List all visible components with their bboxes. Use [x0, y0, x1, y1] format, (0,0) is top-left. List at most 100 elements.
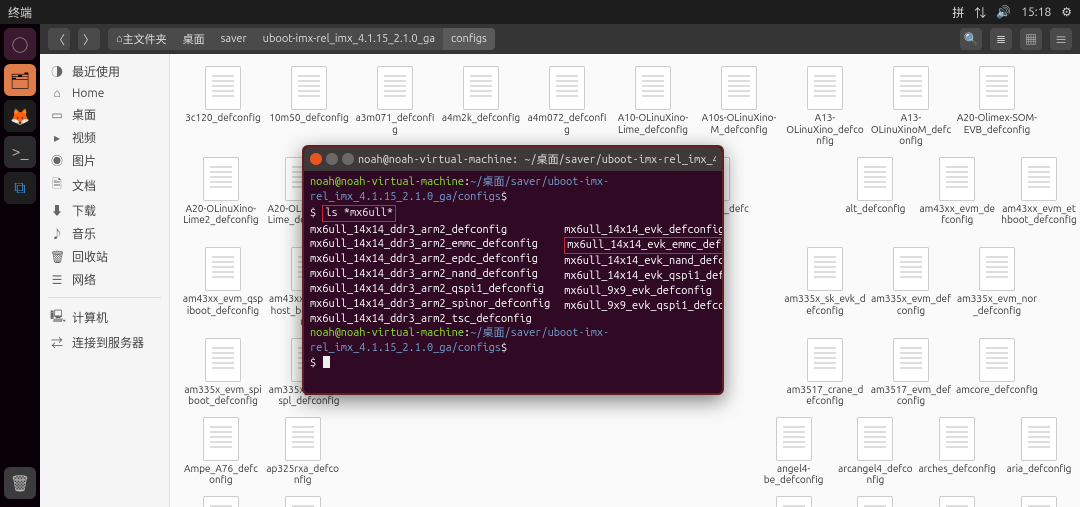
file-item[interactable]: am335x_sk_evk_defconfig — [782, 245, 868, 330]
sidebar-item[interactable]: ▸视频 — [40, 126, 169, 149]
file-name: arcangel4_defconfig — [837, 463, 915, 486]
sidebar-item[interactable]: ⌂Home — [40, 83, 169, 103]
terminal-launcher[interactable]: >_ — [4, 136, 36, 168]
terminal-line: noah@noah-virtual-machine:~/桌面/saver/ubo… — [310, 175, 716, 205]
file-item[interactable]: am43xx_evm_ethboot_defconfig — [998, 155, 1080, 240]
file-item[interactable]: at91rm9200ek_ram_defconfig — [916, 494, 998, 507]
file-icon — [285, 417, 321, 461]
file-icon — [463, 66, 499, 110]
sidebar-item[interactable]: ◉图片 — [40, 149, 169, 172]
file-item[interactable]: a3m071_defconfig — [352, 64, 438, 149]
file-name: A20-Olimex-SOM-EVB_defconfig — [956, 112, 1038, 135]
file-item[interactable]: A20-OLinuXino-Lime2_defconfig — [180, 155, 262, 240]
hamburger-menu[interactable]: ≡ — [1050, 28, 1072, 50]
file-item[interactable]: at91sam9g10ek_dataflash_cs0_defconfig — [998, 494, 1080, 507]
file-icon — [979, 66, 1015, 110]
launcher: ◯ 🗂 🦊 >_ ⧉ 🗑 — [0, 24, 40, 507]
sidebar-item[interactable]: 🖳计算机 — [40, 304, 169, 331]
sidebar-item[interactable]: ♪音乐 — [40, 222, 169, 245]
file-item[interactable]: arcangel4_defconfig — [835, 415, 917, 488]
file-icon — [939, 417, 975, 461]
file-item[interactable]: alt_defconfig — [835, 155, 917, 240]
minimize-icon[interactable] — [326, 153, 338, 165]
path-segment[interactable]: configs — [443, 28, 495, 50]
file-item[interactable]: a4m072_defconfig — [524, 64, 610, 149]
file-item[interactable]: A20-Olimex-SOM-EVB_defconfig — [954, 64, 1040, 149]
file-item[interactable]: angel4-be_defconfig — [753, 415, 835, 488]
file-item[interactable]: am335x_evm_defconfig — [868, 245, 954, 330]
file-name: am335x_sk_evk_defconfig — [784, 293, 866, 316]
file-name: am3517_crane_defconfig — [784, 384, 866, 407]
file-icon — [1021, 417, 1057, 461]
file-icon — [776, 417, 812, 461]
path-segment[interactable]: ⌂ 主文件夹 — [108, 28, 175, 50]
sidebar-item[interactable]: ◑最近使用 — [40, 60, 169, 83]
terminal-body[interactable]: noah@noah-virtual-machine:~/桌面/saver/ubo… — [304, 171, 722, 393]
sidebar-item[interactable]: ☰网络 — [40, 268, 169, 291]
path-segment[interactable]: 桌面 — [175, 28, 213, 50]
sidebar-item[interactable]: ▭桌面 — [40, 103, 169, 126]
file-item[interactable]: am3517_evm_defconfig — [868, 336, 954, 409]
back-button[interactable]: 〈 — [48, 28, 70, 50]
file-item[interactable]: aria_defconfig — [998, 415, 1080, 488]
file-name: ap325rxa_defconfig — [264, 463, 342, 486]
ls-col-right: mx6ull_14x14_evk_defconfigmx6ull_14x14_e… — [564, 223, 722, 327]
sidebar-item[interactable]: ⇄连接到服务器 — [40, 331, 169, 354]
forward-button[interactable]: 〉 — [78, 28, 100, 50]
file-item[interactable]: aristainetos2b_defconfig — [180, 494, 262, 507]
file-icon — [807, 338, 843, 382]
maximize-icon[interactable] — [342, 153, 354, 165]
file-item[interactable]: 10m50_defconfig — [266, 64, 352, 149]
file-name: angel4-be_defconfig — [755, 463, 833, 486]
view-grid-button[interactable]: ▦ — [1020, 28, 1042, 50]
file-item[interactable]: mcf5373l_defconfig — [753, 494, 835, 507]
terminal-window[interactable]: noah@noah-virtual-machine: ~/桌面/saver/ub… — [302, 145, 724, 395]
file-icon — [291, 66, 327, 110]
file-item[interactable]: am3517_crane_defconfig — [782, 336, 868, 409]
file-item[interactable]: A13-OLinuXinoM_defconfig — [868, 64, 954, 149]
search-button[interactable]: 🔍 — [960, 28, 982, 50]
file-icon — [939, 157, 975, 201]
file-item[interactable]: am335x_evm_nor_defconfig — [954, 245, 1040, 330]
files-launcher[interactable]: 🗂 — [4, 64, 36, 96]
file-item[interactable]: A10-OLinuXino-Lime_defconfig — [610, 64, 696, 149]
sidebar-item[interactable]: 🗎文档 — [40, 172, 169, 199]
sound-icon[interactable]: 🔊 — [996, 5, 1011, 19]
file-item[interactable]: am43xx_evm_defconfig — [916, 155, 998, 240]
sidebar-item[interactable]: 🗑回收站 — [40, 245, 169, 268]
terminal-titlebar[interactable]: noah@noah-virtual-machine: ~/桌面/saver/ub… — [304, 147, 722, 171]
file-item[interactable]: 3c120_defconfig — [180, 64, 266, 149]
view-list-button[interactable]: ≣ — [990, 28, 1012, 50]
clock[interactable]: 15:18 — [1021, 6, 1051, 19]
close-icon[interactable] — [310, 153, 322, 165]
sidebar-item[interactable]: ⬇下载 — [40, 199, 169, 222]
file-icon — [979, 247, 1015, 291]
show-apps-button[interactable]: ◯ — [4, 28, 36, 60]
file-name: am43xx_evm_ethboot_defconfig — [1000, 203, 1078, 226]
trash-launcher[interactable]: 🗑 — [4, 467, 36, 499]
file-item[interactable]: Ampe_A76_defconfig — [180, 415, 262, 488]
file-item[interactable]: A10s-OLinuXino-M_defconfig — [696, 64, 782, 149]
file-item[interactable]: a4m2k_defconfig — [438, 64, 524, 149]
top-panel-title: 终端 — [8, 4, 32, 21]
file-item[interactable]: am43xx_evm_qspiboot_defconfig — [180, 245, 266, 330]
path-segment[interactable]: saver — [213, 28, 255, 50]
file-item[interactable]: aristainetos2_defconfig — [262, 494, 344, 507]
file-item[interactable]: am335x_evm_spiboot_defconfig — [180, 336, 266, 409]
file-icon — [203, 496, 239, 507]
vscode-launcher[interactable]: ⧉ — [4, 172, 36, 204]
path-segment[interactable]: uboot-imx-rel_imx_4.1.15_2.1.0_ga — [255, 28, 443, 50]
file-item[interactable]: A13-OLinuXino_defconfig — [782, 64, 868, 149]
file-icon — [857, 496, 893, 507]
file-name: am3517_evm_defconfig — [870, 384, 952, 407]
input-method[interactable]: 拼 — [952, 4, 964, 21]
firefox-launcher[interactable]: 🦊 — [4, 100, 36, 132]
network-icon[interactable]: ⇅ — [974, 4, 986, 21]
file-name: a3m071_defconfig — [354, 112, 436, 135]
file-icon — [635, 66, 671, 110]
file-item[interactable]: amcore_defconfig — [954, 336, 1040, 409]
gear-icon[interactable]: ⚙ — [1061, 5, 1072, 19]
file-item[interactable]: at91rm9200ek_defconfig — [835, 494, 917, 507]
file-item[interactable]: ap325rxa_defconfig — [262, 415, 344, 488]
file-item[interactable]: arches_defconfig — [916, 415, 998, 488]
